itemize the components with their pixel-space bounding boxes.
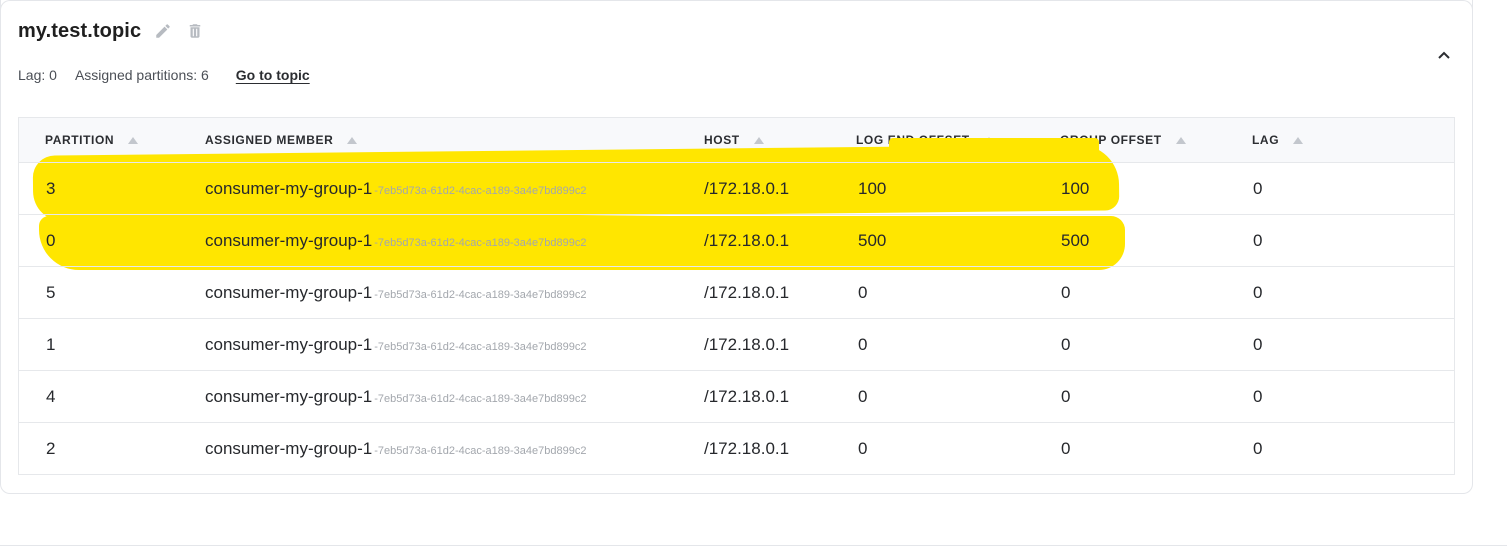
log-end-offset-cell: 100 (858, 179, 887, 198)
partition-cell: 4 (46, 387, 56, 406)
sort-up-icon (1175, 136, 1186, 144)
column-header-partition[interactable]: PARTITION (45, 133, 139, 147)
group-offset-cell: 0 (1061, 387, 1071, 406)
member-cell: consumer-my-group-1 -7eb5d73a-61d2-4cac-a… (205, 231, 587, 250)
topic-meta: Lag: 0 Assigned partitions: 6 Go to topi… (18, 65, 310, 85)
partitions-table: PARTITION ASSIGNED MEMBER HOST LOG END O… (18, 117, 1455, 475)
lag-cell: 0 (1253, 439, 1263, 458)
page-bottom-divider (0, 545, 1507, 546)
table-row[interactable]: 4 consumer-my-group-1 -7eb5d73a-61d2-4cac… (19, 370, 1454, 422)
topic-card: my.test.topic Lag: 0 Assigned partitions… (0, 0, 1473, 494)
log-end-offset-cell: 500 (858, 231, 887, 250)
member-cell: consumer-my-group-1 -7eb5d73a-61d2-4cac-a… (205, 283, 587, 302)
column-header-host[interactable]: HOST (704, 133, 764, 147)
lag-cell: 0 (1253, 179, 1263, 198)
group-offset-cell: 0 (1061, 439, 1071, 458)
sort-up-icon (1293, 136, 1304, 144)
member-cell: consumer-my-group-1 -7eb5d73a-61d2-4cac-a… (205, 335, 587, 354)
partition-cell: 0 (46, 231, 56, 250)
host-cell: /172.18.0.1 (704, 335, 790, 354)
group-offset-cell: 500 (1061, 231, 1090, 250)
member-cell: consumer-my-group-1 -7eb5d73a-61d2-4cac-a… (205, 179, 587, 198)
sort-up-icon (753, 136, 764, 144)
member-cell: consumer-my-group-1 -7eb5d73a-61d2-4cac-a… (205, 387, 587, 406)
lag-cell: 0 (1253, 387, 1263, 406)
table-row[interactable]: 3 consumer-my-group-1 -7eb5d73a-61d2-4cac… (19, 162, 1454, 214)
group-offset-cell: 100 (1061, 179, 1090, 198)
partition-cell: 1 (46, 335, 56, 354)
go-to-topic-link[interactable]: Go to topic (236, 67, 310, 83)
lag-cell: 0 (1253, 283, 1263, 302)
log-end-offset-cell: 0 (858, 439, 868, 458)
column-header-assigned-member[interactable]: ASSIGNED MEMBER (205, 133, 358, 147)
chevron-up-icon[interactable] (1435, 46, 1453, 64)
table-row[interactable]: 0 consumer-my-group-1 -7eb5d73a-61d2-4cac… (19, 214, 1454, 266)
topic-title: my.test.topic (18, 19, 142, 42)
group-offset-cell: 0 (1061, 283, 1071, 302)
sort-up-icon (128, 136, 139, 144)
topic-header: my.test.topic (18, 18, 205, 44)
partition-cell: 3 (46, 179, 56, 198)
host-cell: /172.18.0.1 (704, 439, 790, 458)
host-cell: /172.18.0.1 (704, 283, 790, 302)
group-offset-cell: 0 (1061, 335, 1071, 354)
table-row[interactable]: 2 consumer-my-group-1 -7eb5d73a-61d2-4cac… (19, 422, 1454, 474)
table-row[interactable]: 1 consumer-my-group-1 -7eb5d73a-61d2-4cac… (19, 318, 1454, 370)
host-cell: /172.18.0.1 (704, 179, 790, 198)
host-cell: /172.18.0.1 (704, 231, 790, 250)
lag-summary: Lag: 0 (18, 67, 57, 83)
table-row[interactable]: 5 consumer-my-group-1 -7eb5d73a-61d2-4cac… (19, 266, 1454, 318)
log-end-offset-cell: 0 (858, 387, 868, 406)
trash-icon[interactable] (185, 21, 205, 41)
column-header-lag[interactable]: LAG (1252, 133, 1304, 147)
partition-cell: 5 (46, 283, 56, 302)
partition-cell: 2 (46, 439, 56, 458)
host-cell: /172.18.0.1 (704, 387, 790, 406)
member-cell: consumer-my-group-1 -7eb5d73a-61d2-4cac-a… (205, 439, 587, 458)
pencil-icon[interactable] (153, 21, 173, 41)
log-end-offset-cell: 0 (858, 283, 868, 302)
lag-cell: 0 (1253, 335, 1263, 354)
log-end-offset-cell: 0 (858, 335, 868, 354)
highlight-mark (889, 138, 1099, 160)
sort-up-icon (347, 136, 358, 144)
lag-cell: 0 (1253, 231, 1263, 250)
assigned-partitions-summary: Assigned partitions: 6 (74, 67, 209, 83)
